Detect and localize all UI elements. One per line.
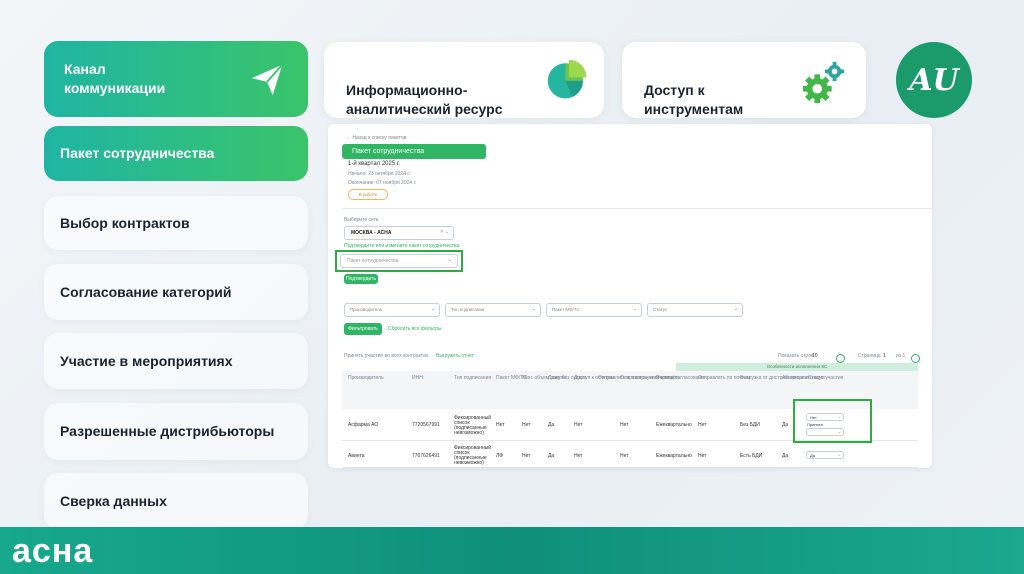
pagination-next[interactable] [911, 350, 927, 381]
chevron-down-icon: × ⌄ [440, 229, 450, 235]
paper-plane-icon [251, 64, 283, 96]
sidebar-item-label: Разрешенные дистрибьюторы [60, 423, 275, 439]
chevron-down-icon: ⌄ [837, 429, 841, 434]
ui-screenshot-panel: ← Назад к списку пакетов Пакет сотруднич… [328, 124, 932, 468]
sidebar-item-data-reconciliation[interactable]: Сверка данных [44, 473, 308, 529]
chevron-down-icon: ⌄ [531, 306, 536, 312]
page-of: из 1 [896, 353, 906, 359]
chevron-down-icon: ⌄ [837, 452, 841, 457]
sidebar-item-cooperation-package[interactable]: Пакет сотрудничества [44, 126, 308, 181]
asna-logo: асна [12, 532, 94, 570]
filter-manufacturer[interactable]: Производитель ⌄ [344, 303, 440, 317]
chevron-down-icon: ⌄ [837, 414, 841, 419]
package-title-banner: Пакет сотрудничества [342, 144, 486, 159]
col-header: Тип подписания [454, 375, 492, 381]
sidebar-item-contract-selection[interactable]: Выбор контрактов [44, 196, 308, 250]
start-date: Начало: 23 октября 2024 г. [348, 171, 410, 177]
page-size-value[interactable]: 10 [812, 353, 818, 359]
footer-bar [0, 527, 1024, 574]
filter-button[interactable]: Фильтровать [344, 323, 382, 335]
chevron-down-icon: ⌄ [632, 306, 637, 312]
sidebar-item-label: Канал коммуникации [64, 61, 166, 96]
sidebar-item-label: Пакет сотрудничества [60, 145, 215, 161]
sidebar-item-label: Сверка данных [60, 492, 167, 509]
status-badge: В работе [348, 189, 388, 200]
sidebar-item-event-participation[interactable]: Участие в мероприятиях [44, 333, 308, 389]
status-select[interactable]: Нет ⌄ [806, 413, 844, 421]
pie-chart-icon [547, 59, 587, 99]
network-select[interactable]: МОСКВА - АСНА × ⌄ [344, 226, 454, 240]
analytics-resource-card[interactable]: Информационно- аналитический ресурс [324, 42, 604, 118]
page-size-label: Показать строк [778, 353, 814, 359]
sidebar-item-communication-channel[interactable]: Канал коммуникации [44, 41, 308, 117]
table-group-header: Особенности исполнения КС [676, 363, 918, 371]
col-header: Статус участия [808, 375, 844, 381]
package-select[interactable]: Пакет сотрудничества ⌄ [340, 254, 458, 268]
end-date: Окончание: 07 ноября 2024 г. [348, 180, 417, 186]
page-value[interactable]: 1 [883, 353, 886, 359]
filter-package[interactable]: Пакет МФ/ТС ⌄ [546, 303, 642, 317]
sidebar-item-label: Участие в мероприятиях [60, 352, 233, 369]
page-label: Страница [858, 353, 881, 359]
reset-filters-link[interactable]: Сбросить все фильтры [388, 326, 442, 332]
sidebar-item-category-approval[interactable]: Согласование категорий [44, 264, 308, 320]
status-select[interactable]: Да ⌄ [806, 451, 844, 459]
back-link[interactable]: ← Назад к списку пакетов [346, 135, 406, 141]
filter-signing-type[interactable]: Тип подписания ⌄ [445, 303, 541, 317]
chevron-down-icon: ⌄ [430, 306, 435, 312]
sidebar-item-label: Выбор контрактов [60, 214, 190, 231]
status-select-secondary[interactable]: ⌄ [806, 428, 844, 436]
confirm-button[interactable]: Подтвердить [344, 274, 378, 284]
quarter-label: 1-й квартал 2025 г. [348, 161, 400, 167]
pagination-arrows[interactable] [836, 350, 854, 381]
gears-icon [802, 61, 845, 104]
tools-access-card[interactable]: Доступ к инструментам [622, 42, 866, 118]
status-accepted: Принята [807, 422, 823, 427]
row-divider [342, 467, 918, 468]
chevron-down-icon: ⌄ [447, 257, 452, 263]
asna-circle-logo: AU [896, 42, 972, 118]
highlight-status-select [793, 399, 872, 443]
apply-all-toggle[interactable]: Принять участие во всех контрактах [344, 353, 428, 359]
download-report-link[interactable]: Выгрузить отчет [436, 353, 474, 359]
card-label: Информационно- аналитический ресурс [346, 82, 503, 117]
filter-status[interactable]: Статус ⌄ [647, 303, 743, 317]
confirm-hint: Подтвердите или измените пакет сотруднич… [344, 243, 460, 249]
chevron-down-icon: ⌄ [733, 306, 738, 312]
sidebar-item-allowed-distributors[interactable]: Разрешенные дистрибьюторы [44, 403, 308, 460]
card-label: Доступ к инструментам [644, 82, 744, 117]
group-label: Выберите сеть [344, 217, 379, 223]
col-header: ИНН [412, 375, 423, 381]
sidebar-item-label: Согласование категорий [60, 283, 232, 300]
divider [342, 208, 932, 209]
col-header: Производитель [348, 375, 384, 381]
